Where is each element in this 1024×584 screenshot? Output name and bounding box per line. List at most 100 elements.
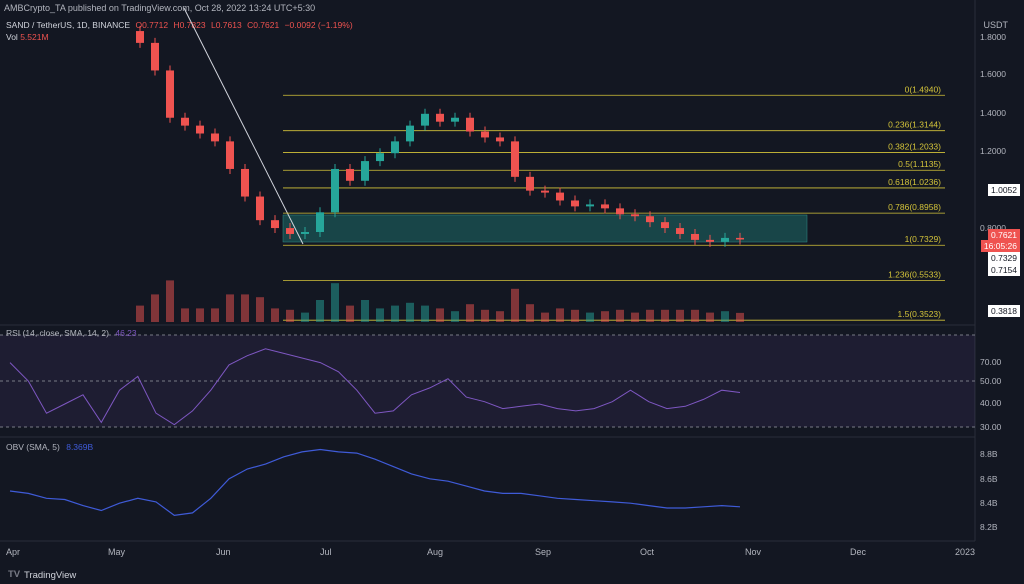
time-label-may: May	[108, 547, 126, 557]
candle	[571, 200, 579, 207]
candle	[646, 216, 654, 223]
marker-level-a: 1.0052	[988, 184, 1020, 196]
rsi-tick-30: 30.00	[980, 422, 1002, 432]
candle	[286, 228, 294, 234]
volume-bar	[331, 283, 339, 322]
time-label-aug: Aug	[427, 547, 443, 557]
candle	[661, 222, 669, 229]
volume-bar	[136, 305, 144, 322]
rsi-tick-70: 70.00	[980, 357, 1002, 367]
volume-bar	[511, 288, 519, 322]
volume-bar	[391, 305, 399, 322]
obv-tick-1: 8.8B	[980, 449, 998, 459]
candle	[166, 70, 174, 118]
marker-countdown: 16:05:26	[980, 240, 1020, 252]
footer-brand[interactable]: TradingView	[24, 570, 76, 581]
candle	[721, 237, 729, 242]
candle	[706, 239, 714, 242]
volume-bar	[451, 311, 459, 322]
price-tick-3: 1.4000	[980, 108, 1006, 118]
obv-pane-label[interactable]: OBV (SMA, 5) 8.369B	[6, 442, 93, 452]
obv-tick-4: 8.2B	[980, 522, 998, 532]
candle	[496, 137, 504, 142]
fib-label-4: 0.618(1.0236)	[888, 177, 941, 187]
candle	[526, 176, 534, 191]
fib-label-3: 0.5(1.1135)	[898, 159, 941, 169]
candle	[241, 168, 249, 197]
candle	[181, 117, 189, 126]
time-label-nov: Nov	[745, 547, 762, 557]
volume-bar	[271, 308, 279, 322]
volume-bar	[601, 311, 609, 322]
fib-label-7: 1.236(0.5533)	[888, 270, 941, 280]
volume-bar	[616, 309, 624, 322]
footer: TV TradingView	[0, 566, 1024, 584]
time-label-apr: Apr	[6, 547, 20, 557]
candle	[151, 42, 159, 71]
marker-level-b: 0.7329	[988, 252, 1020, 264]
candle	[391, 141, 399, 154]
rsi-pane-label[interactable]: RSI (14, close, SMA, 14, 2) 46.23	[6, 328, 137, 338]
fib-label-8: 1.5(0.3523)	[898, 309, 942, 319]
volume-bar	[541, 312, 549, 322]
candle	[331, 168, 339, 213]
candle	[511, 141, 519, 177]
volume-bar	[196, 308, 204, 322]
candle	[556, 192, 564, 201]
candle	[676, 228, 684, 234]
obv-tick-3: 8.4B	[980, 498, 998, 508]
obv-line	[9, 448, 741, 517]
time-label-2023: 2023	[955, 547, 975, 557]
candle	[466, 117, 474, 132]
chart-canvas[interactable]: 0(1.4940) 0.236(1.3144) 0.382(1.2033) 0.5(1…	[0, 0, 1024, 566]
volume-bar	[166, 280, 174, 322]
candle	[136, 31, 144, 43]
volume-bar	[676, 309, 684, 322]
marker-level-d: 0.3818	[988, 305, 1020, 317]
fib-label-0: 0(1.4940)	[905, 84, 942, 94]
volume-bar	[406, 302, 414, 322]
tradingview-logo-icon[interactable]: TV	[8, 569, 20, 580]
candle	[346, 168, 354, 181]
candle	[301, 232, 309, 234]
grid	[0, 0, 976, 542]
volume-bar	[466, 304, 474, 322]
candle	[451, 117, 459, 122]
candle	[616, 208, 624, 215]
volume-bar	[481, 309, 489, 322]
candle	[271, 220, 279, 229]
candle	[211, 133, 219, 142]
volume-bar	[436, 308, 444, 322]
volume-bar	[721, 311, 729, 322]
candle	[436, 113, 444, 122]
price-tick-2: 1.6000	[980, 69, 1006, 79]
volume-bar	[631, 312, 639, 322]
time-label-jul: Jul	[320, 547, 332, 557]
volume-bar	[691, 309, 699, 322]
volume-bar	[346, 305, 354, 322]
time-label-oct: Oct	[640, 547, 655, 557]
volume-bar	[706, 312, 714, 322]
volume-bar	[376, 308, 384, 322]
candle	[691, 233, 699, 240]
candle	[421, 113, 429, 126]
rsi-tick-40: 40.00	[980, 398, 1002, 408]
candle	[196, 125, 204, 134]
volume-bar	[526, 304, 534, 322]
fib-label-1: 0.236(1.3144)	[888, 120, 941, 130]
candle	[736, 237, 744, 240]
volume-bar	[241, 294, 249, 322]
candle	[481, 131, 489, 138]
candle	[361, 161, 369, 181]
volume-bar	[226, 294, 234, 322]
volume-bar	[661, 309, 669, 322]
volume-bar	[151, 294, 159, 322]
volume-bar	[301, 312, 309, 322]
volume-bar	[571, 309, 579, 322]
volume-bar	[496, 311, 504, 322]
candle	[406, 125, 414, 142]
candle	[601, 204, 609, 209]
candle	[256, 196, 264, 221]
volume-bar	[586, 312, 594, 322]
candle	[226, 141, 234, 169]
